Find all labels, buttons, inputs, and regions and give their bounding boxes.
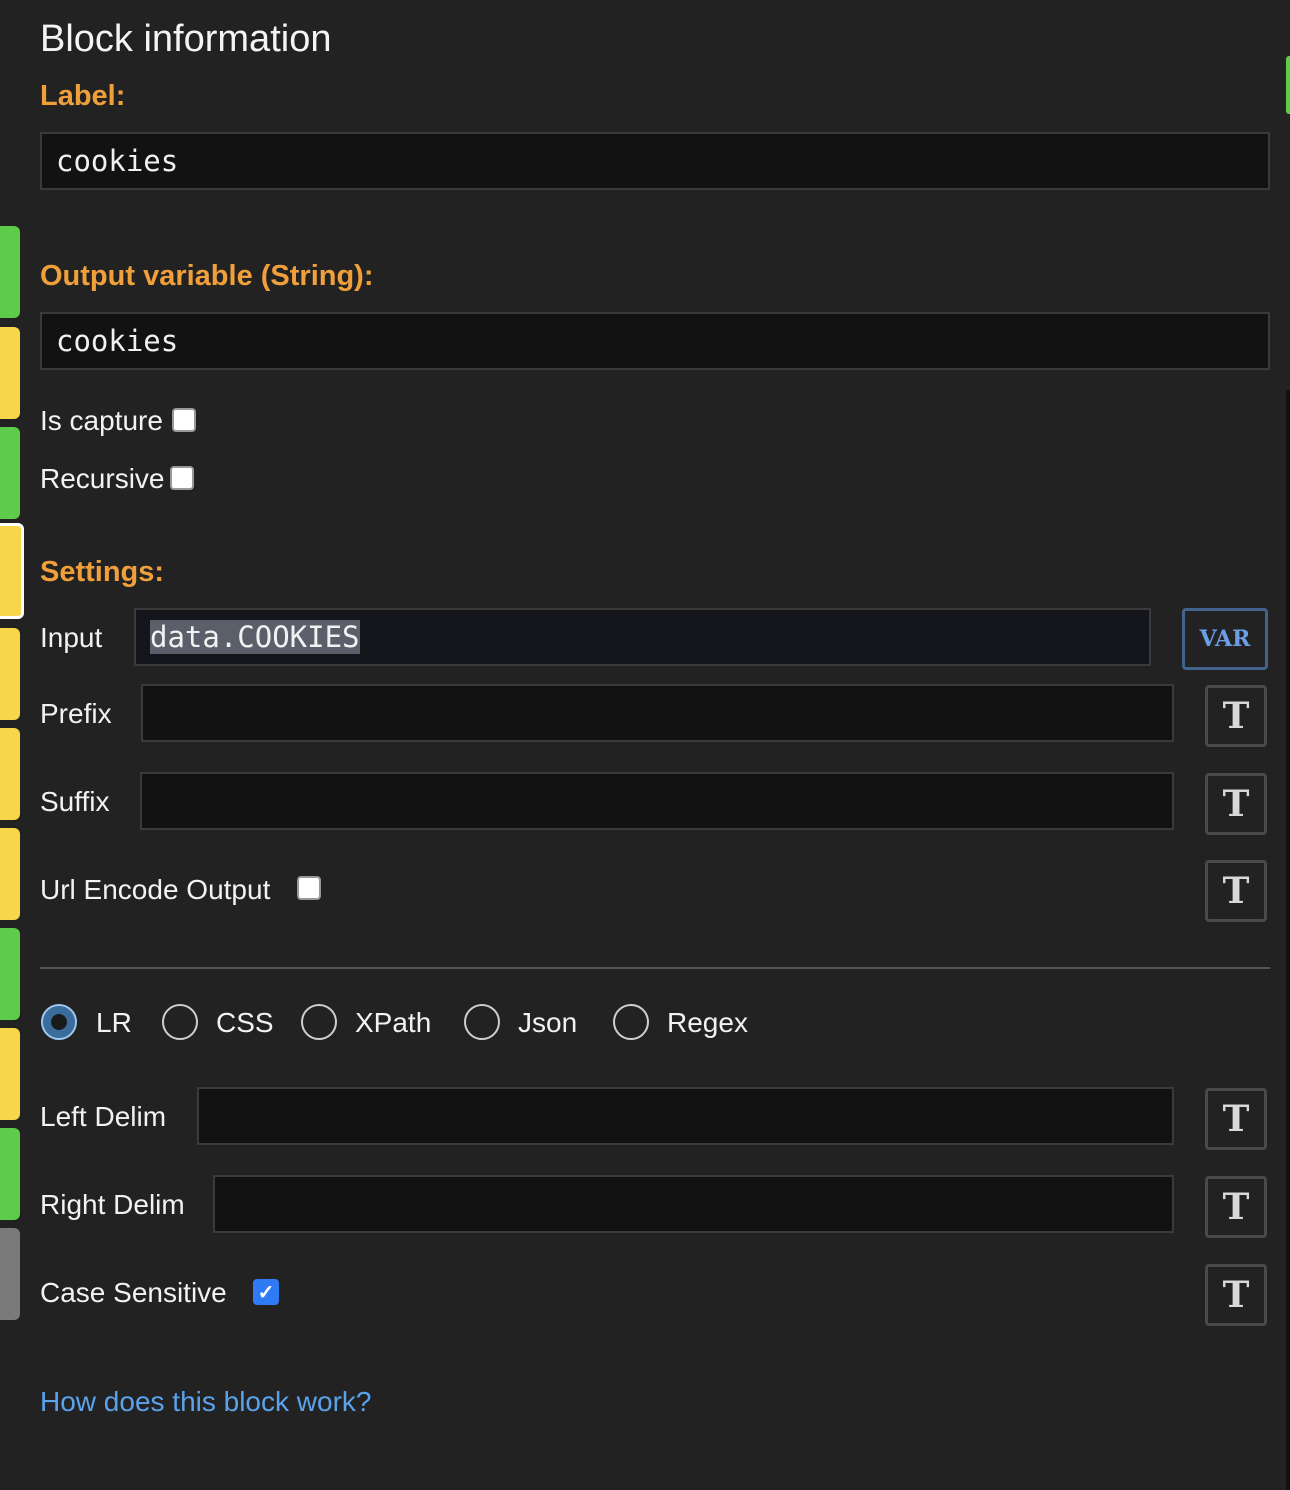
- prefix-type-button[interactable]: T: [1205, 685, 1267, 747]
- url-encode-type-button[interactable]: T: [1205, 860, 1267, 922]
- block-strip-green[interactable]: [0, 1128, 20, 1220]
- left-delim-type-button[interactable]: T: [1205, 1088, 1267, 1150]
- radio-regex-label[interactable]: Regex: [667, 1007, 748, 1039]
- prefix-label: Prefix: [40, 698, 112, 729]
- case-sensitive-type-button[interactable]: T: [1205, 1264, 1267, 1326]
- prefix-input[interactable]: [141, 684, 1174, 742]
- block-strip-yellow[interactable]: [0, 828, 20, 920]
- radio-json-label[interactable]: Json: [518, 1007, 577, 1039]
- radio-json[interactable]: [464, 1004, 500, 1040]
- radio-regex[interactable]: [613, 1004, 649, 1040]
- suffix-input[interactable]: [140, 772, 1174, 830]
- block-strip-yellow[interactable]: [0, 327, 20, 419]
- radio-css[interactable]: [162, 1004, 198, 1040]
- url-encode-label: Url Encode Output: [40, 874, 271, 905]
- var-button[interactable]: VAR: [1182, 608, 1268, 670]
- block-strip-yellow[interactable]: [0, 628, 20, 720]
- right-delim-type-button[interactable]: T: [1205, 1176, 1267, 1238]
- output-variable-input[interactable]: cookies: [40, 312, 1270, 370]
- page-title: Block information: [40, 18, 332, 60]
- left-delim-input[interactable]: [197, 1087, 1174, 1145]
- right-edge-panel: [1286, 390, 1290, 1490]
- suffix-type-button[interactable]: T: [1205, 773, 1267, 835]
- block-strip-green[interactable]: [0, 226, 20, 318]
- output-variable-heading: Output variable (String):: [40, 260, 374, 292]
- help-link[interactable]: How does this block work?: [40, 1386, 371, 1418]
- settings-heading: Settings:: [40, 556, 165, 588]
- suffix-label: Suffix: [40, 786, 110, 817]
- radio-xpath[interactable]: [301, 1004, 337, 1040]
- recursive-label: Recursive: [40, 463, 165, 494]
- radio-lr[interactable]: [41, 1004, 77, 1040]
- divider: [40, 967, 1270, 969]
- radio-xpath-label[interactable]: XPath: [355, 1007, 431, 1039]
- case-sensitive-label: Case Sensitive: [40, 1277, 227, 1308]
- block-strip-green[interactable]: [0, 928, 20, 1020]
- case-sensitive-checkbox[interactable]: ✓: [253, 1279, 279, 1305]
- radio-lr-label[interactable]: LR: [96, 1007, 132, 1039]
- block-strip-yellow[interactable]: [0, 728, 20, 820]
- right-edge-accent: [1286, 56, 1290, 114]
- input-field[interactable]: data.COOKIES: [134, 608, 1151, 666]
- recursive-checkbox[interactable]: [170, 466, 194, 490]
- is-capture-label: Is capture: [40, 405, 163, 436]
- label-heading: Label:: [40, 80, 126, 112]
- input-label: Input: [40, 622, 103, 653]
- left-delim-label: Left Delim: [40, 1101, 167, 1132]
- input-value: data.COOKIES: [150, 620, 360, 654]
- block-strip-yellow-selected[interactable]: [0, 523, 24, 619]
- block-strip-gray[interactable]: [0, 1228, 20, 1320]
- right-delim-label: Right Delim: [40, 1189, 185, 1220]
- label-input[interactable]: cookies: [40, 132, 1270, 190]
- url-encode-checkbox[interactable]: [297, 876, 321, 900]
- is-capture-checkbox[interactable]: [172, 408, 196, 432]
- radio-css-label[interactable]: CSS: [216, 1007, 274, 1039]
- block-strip-green[interactable]: [0, 427, 20, 519]
- block-strip-yellow[interactable]: [0, 1028, 20, 1120]
- right-delim-input[interactable]: [213, 1175, 1174, 1233]
